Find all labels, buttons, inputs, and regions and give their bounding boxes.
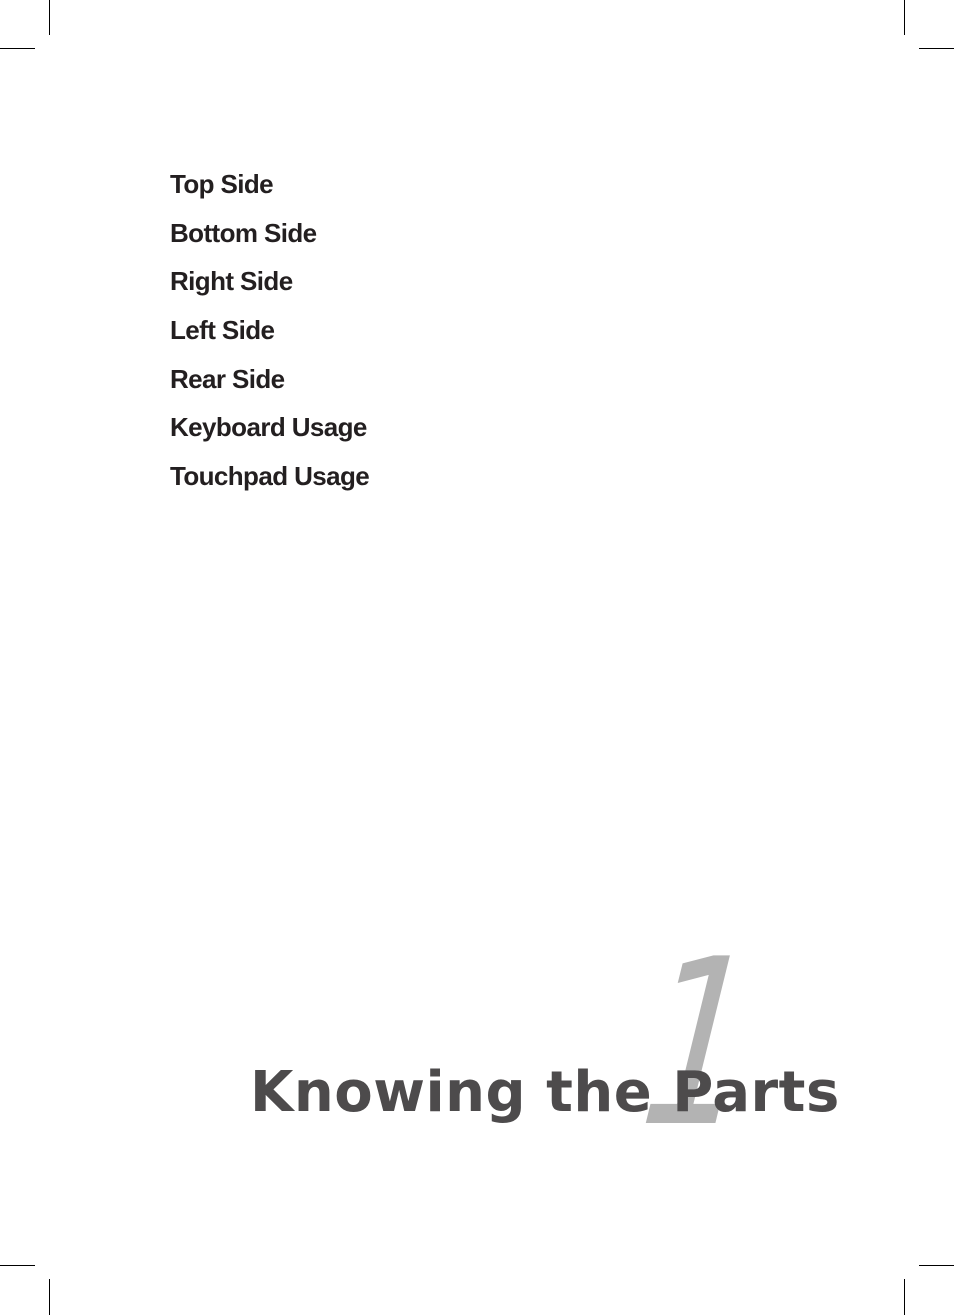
toc-item-keyboard-usage: Keyboard Usage bbox=[170, 412, 367, 443]
chapter-title: Knowing the Parts bbox=[250, 1060, 840, 1125]
toc-item-bottom-side: Bottom Side bbox=[170, 217, 317, 248]
toc-item-top-side: Top Side bbox=[170, 169, 274, 199]
toc-item-left-side: Left Side bbox=[170, 315, 275, 346]
toc-item-rear-side: Rear Side bbox=[170, 363, 285, 394]
crop-mark-bottom-right-vertical bbox=[904, 1279, 905, 1315]
crop-mark-top-left-vertical bbox=[49, 0, 50, 35]
toc-item-touchpad-usage: Touchpad Usage bbox=[170, 461, 370, 492]
crop-mark-top-left-horizontal bbox=[0, 48, 35, 49]
crop-mark-top-right-horizontal bbox=[919, 48, 954, 49]
chapter-contents-list: Top Side Bottom Side Right Side Left Sid… bbox=[170, 166, 370, 507]
toc-item-right-side: Right Side bbox=[170, 266, 293, 297]
crop-mark-bottom-left-horizontal bbox=[0, 1265, 35, 1266]
crop-mark-bottom-right-horizontal bbox=[919, 1265, 954, 1266]
crop-mark-bottom-left-vertical bbox=[49, 1279, 50, 1315]
crop-mark-top-right-vertical bbox=[904, 0, 905, 35]
